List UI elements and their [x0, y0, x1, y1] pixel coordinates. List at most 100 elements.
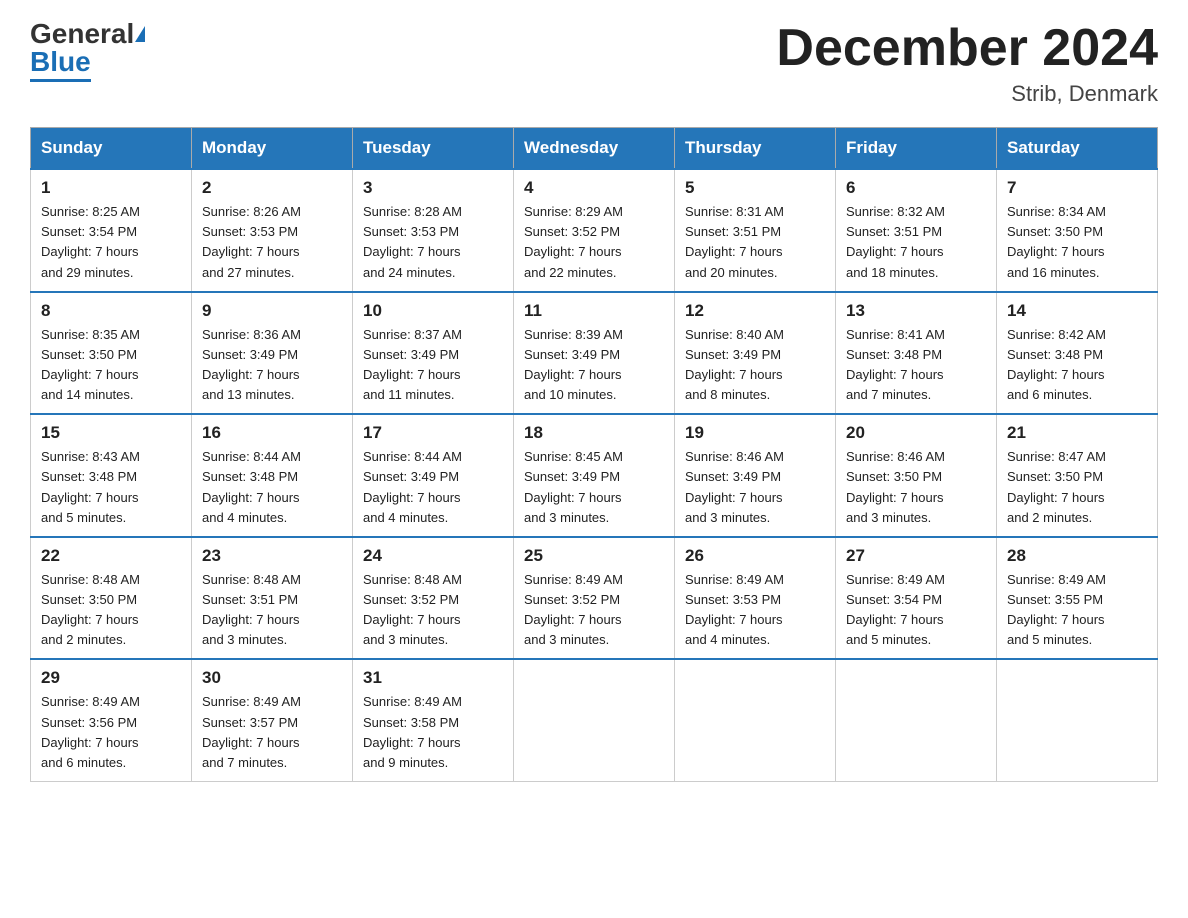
day-number: 4 — [524, 178, 664, 198]
calendar-cell: 22 Sunrise: 8:48 AMSunset: 3:50 PMDayligh… — [31, 537, 192, 660]
day-info: Sunrise: 8:48 AMSunset: 3:51 PMDaylight:… — [202, 570, 342, 651]
day-number: 9 — [202, 301, 342, 321]
day-number: 8 — [41, 301, 181, 321]
day-info: Sunrise: 8:34 AMSunset: 3:50 PMDaylight:… — [1007, 202, 1147, 283]
day-info: Sunrise: 8:35 AMSunset: 3:50 PMDaylight:… — [41, 325, 181, 406]
calendar-cell — [675, 659, 836, 781]
day-info: Sunrise: 8:29 AMSunset: 3:52 PMDaylight:… — [524, 202, 664, 283]
calendar-week-row: 1 Sunrise: 8:25 AMSunset: 3:54 PMDaylight… — [31, 169, 1158, 292]
calendar-cell: 4 Sunrise: 8:29 AMSunset: 3:52 PMDaylight… — [514, 169, 675, 292]
col-header-thursday: Thursday — [675, 128, 836, 170]
day-number: 6 — [846, 178, 986, 198]
day-number: 27 — [846, 546, 986, 566]
day-info: Sunrise: 8:31 AMSunset: 3:51 PMDaylight:… — [685, 202, 825, 283]
calendar-cell: 11 Sunrise: 8:39 AMSunset: 3:49 PMDayligh… — [514, 292, 675, 415]
day-info: Sunrise: 8:49 AMSunset: 3:58 PMDaylight:… — [363, 692, 503, 773]
day-number: 13 — [846, 301, 986, 321]
col-header-wednesday: Wednesday — [514, 128, 675, 170]
calendar-cell: 2 Sunrise: 8:26 AMSunset: 3:53 PMDaylight… — [192, 169, 353, 292]
day-number: 17 — [363, 423, 503, 443]
calendar-cell: 17 Sunrise: 8:44 AMSunset: 3:49 PMDayligh… — [353, 414, 514, 537]
calendar-cell: 16 Sunrise: 8:44 AMSunset: 3:48 PMDayligh… — [192, 414, 353, 537]
day-number: 26 — [685, 546, 825, 566]
calendar-cell — [836, 659, 997, 781]
day-number: 3 — [363, 178, 503, 198]
calendar-week-row: 22 Sunrise: 8:48 AMSunset: 3:50 PMDayligh… — [31, 537, 1158, 660]
logo-triangle-icon — [135, 26, 145, 42]
day-number: 31 — [363, 668, 503, 688]
title-area: December 2024 Strib, Denmark — [776, 20, 1158, 107]
logo-general-text: General — [30, 20, 134, 48]
day-info: Sunrise: 8:49 AMSunset: 3:53 PMDaylight:… — [685, 570, 825, 651]
page-header: General Blue December 2024 Strib, Denmar… — [30, 20, 1158, 107]
calendar-cell: 10 Sunrise: 8:37 AMSunset: 3:49 PMDayligh… — [353, 292, 514, 415]
day-info: Sunrise: 8:48 AMSunset: 3:50 PMDaylight:… — [41, 570, 181, 651]
calendar-cell: 24Sunrise: 8:48 AMSunset: 3:52 PMDayligh… — [353, 537, 514, 660]
day-number: 16 — [202, 423, 342, 443]
day-number: 29 — [41, 668, 181, 688]
day-number: 14 — [1007, 301, 1147, 321]
calendar-cell: 9 Sunrise: 8:36 AMSunset: 3:49 PMDaylight… — [192, 292, 353, 415]
calendar-cell: 6 Sunrise: 8:32 AMSunset: 3:51 PMDaylight… — [836, 169, 997, 292]
day-info: Sunrise: 8:47 AMSunset: 3:50 PMDaylight:… — [1007, 447, 1147, 528]
day-number: 5 — [685, 178, 825, 198]
day-info: Sunrise: 8:49 AMSunset: 3:54 PMDaylight:… — [846, 570, 986, 651]
day-info: Sunrise: 8:43 AMSunset: 3:48 PMDaylight:… — [41, 447, 181, 528]
calendar-cell: 18 Sunrise: 8:45 AMSunset: 3:49 PMDayligh… — [514, 414, 675, 537]
calendar-cell: 31 Sunrise: 8:49 AMSunset: 3:58 PMDayligh… — [353, 659, 514, 781]
calendar-cell: 13 Sunrise: 8:41 AMSunset: 3:48 PMDayligh… — [836, 292, 997, 415]
day-number: 12 — [685, 301, 825, 321]
calendar-cell: 15 Sunrise: 8:43 AMSunset: 3:48 PMDayligh… — [31, 414, 192, 537]
day-info: Sunrise: 8:26 AMSunset: 3:53 PMDaylight:… — [202, 202, 342, 283]
calendar-week-row: 29 Sunrise: 8:49 AMSunset: 3:56 PMDayligh… — [31, 659, 1158, 781]
calendar-cell: 25Sunrise: 8:49 AMSunset: 3:52 PMDayligh… — [514, 537, 675, 660]
day-info: Sunrise: 8:41 AMSunset: 3:48 PMDaylight:… — [846, 325, 986, 406]
day-info: Sunrise: 8:40 AMSunset: 3:49 PMDaylight:… — [685, 325, 825, 406]
day-info: Sunrise: 8:44 AMSunset: 3:48 PMDaylight:… — [202, 447, 342, 528]
calendar-cell: 29 Sunrise: 8:49 AMSunset: 3:56 PMDayligh… — [31, 659, 192, 781]
day-info: Sunrise: 8:25 AMSunset: 3:54 PMDaylight:… — [41, 202, 181, 283]
calendar-header-row: SundayMondayTuesdayWednesdayThursdayFrid… — [31, 128, 1158, 170]
day-info: Sunrise: 8:49 AMSunset: 3:56 PMDaylight:… — [41, 692, 181, 773]
calendar-cell: 3 Sunrise: 8:28 AMSunset: 3:53 PMDaylight… — [353, 169, 514, 292]
calendar-cell: 28Sunrise: 8:49 AMSunset: 3:55 PMDayligh… — [997, 537, 1158, 660]
day-info: Sunrise: 8:45 AMSunset: 3:49 PMDaylight:… — [524, 447, 664, 528]
col-header-sunday: Sunday — [31, 128, 192, 170]
day-number: 10 — [363, 301, 503, 321]
day-info: Sunrise: 8:48 AMSunset: 3:52 PMDaylight:… — [363, 570, 503, 651]
day-info: Sunrise: 8:49 AMSunset: 3:55 PMDaylight:… — [1007, 570, 1147, 651]
day-info: Sunrise: 8:28 AMSunset: 3:53 PMDaylight:… — [363, 202, 503, 283]
calendar-cell: 27 Sunrise: 8:49 AMSunset: 3:54 PMDayligh… — [836, 537, 997, 660]
day-number: 20 — [846, 423, 986, 443]
calendar-cell — [514, 659, 675, 781]
day-info: Sunrise: 8:46 AMSunset: 3:50 PMDaylight:… — [846, 447, 986, 528]
location-text: Strib, Denmark — [776, 81, 1158, 107]
day-info: Sunrise: 8:36 AMSunset: 3:49 PMDaylight:… — [202, 325, 342, 406]
calendar-cell: 19Sunrise: 8:46 AMSunset: 3:49 PMDayligh… — [675, 414, 836, 537]
calendar-cell — [997, 659, 1158, 781]
day-number: 18 — [524, 423, 664, 443]
day-number: 2 — [202, 178, 342, 198]
col-header-tuesday: Tuesday — [353, 128, 514, 170]
day-info: Sunrise: 8:44 AMSunset: 3:49 PMDaylight:… — [363, 447, 503, 528]
day-number: 15 — [41, 423, 181, 443]
day-number: 30 — [202, 668, 342, 688]
calendar-cell: 30 Sunrise: 8:49 AMSunset: 3:57 PMDayligh… — [192, 659, 353, 781]
logo: General Blue — [30, 20, 145, 82]
calendar-cell: 1 Sunrise: 8:25 AMSunset: 3:54 PMDaylight… — [31, 169, 192, 292]
day-number: 22 — [41, 546, 181, 566]
day-info: Sunrise: 8:37 AMSunset: 3:49 PMDaylight:… — [363, 325, 503, 406]
calendar-cell: 5 Sunrise: 8:31 AMSunset: 3:51 PMDaylight… — [675, 169, 836, 292]
calendar-cell: 7 Sunrise: 8:34 AMSunset: 3:50 PMDaylight… — [997, 169, 1158, 292]
calendar-table: SundayMondayTuesdayWednesdayThursdayFrid… — [30, 127, 1158, 782]
day-info: Sunrise: 8:39 AMSunset: 3:49 PMDaylight:… — [524, 325, 664, 406]
calendar-cell: 21Sunrise: 8:47 AMSunset: 3:50 PMDayligh… — [997, 414, 1158, 537]
day-info: Sunrise: 8:49 AMSunset: 3:57 PMDaylight:… — [202, 692, 342, 773]
month-title: December 2024 — [776, 20, 1158, 77]
col-header-saturday: Saturday — [997, 128, 1158, 170]
calendar-week-row: 15 Sunrise: 8:43 AMSunset: 3:48 PMDayligh… — [31, 414, 1158, 537]
day-number: 1 — [41, 178, 181, 198]
day-info: Sunrise: 8:32 AMSunset: 3:51 PMDaylight:… — [846, 202, 986, 283]
day-number: 11 — [524, 301, 664, 321]
day-number: 7 — [1007, 178, 1147, 198]
